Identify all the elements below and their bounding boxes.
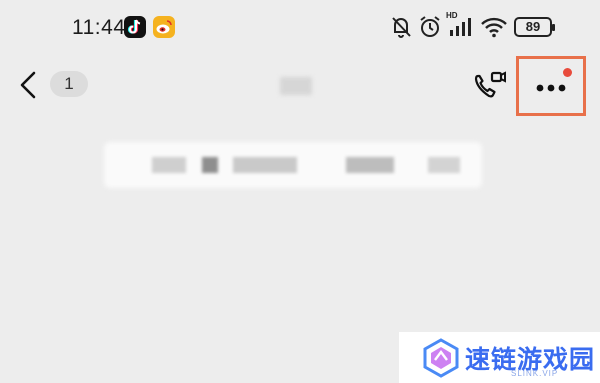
phone-video-icon [474,71,506,98]
more-dots-icon [536,84,566,92]
chat-title-redacted [280,77,312,95]
weibo-icon [153,16,175,38]
watermark-logo-icon [423,338,459,378]
video-call-button[interactable] [470,66,510,104]
watermark-subtext: SLINK.VIP [511,369,559,378]
new-indicator-dot [563,68,572,77]
tiktok-icon [124,16,146,38]
redacted-text [202,157,218,173]
back-button[interactable] [14,68,44,102]
redacted-text [346,157,394,173]
mute-bell-icon [392,17,411,38]
status-bar: 11:44 HD 89 [0,0,600,56]
battery-icon: 89 [514,17,555,37]
alarm-icon [420,16,440,37]
redacted-text [152,157,186,173]
wifi-icon [481,17,507,38]
site-watermark: 速链游戏园 SLINK.VIP [399,332,600,383]
battery-level: 89 [525,19,541,34]
redacted-text [428,157,460,173]
status-time: 11:44 [72,16,126,39]
more-options-button[interactable] [516,56,586,116]
hd-label: HD [446,11,458,20]
chat-header: 1 [0,56,600,116]
redacted-text [233,157,297,173]
chevron-left-icon [20,71,36,99]
unread-count-badge[interactable]: 1 [50,71,88,97]
